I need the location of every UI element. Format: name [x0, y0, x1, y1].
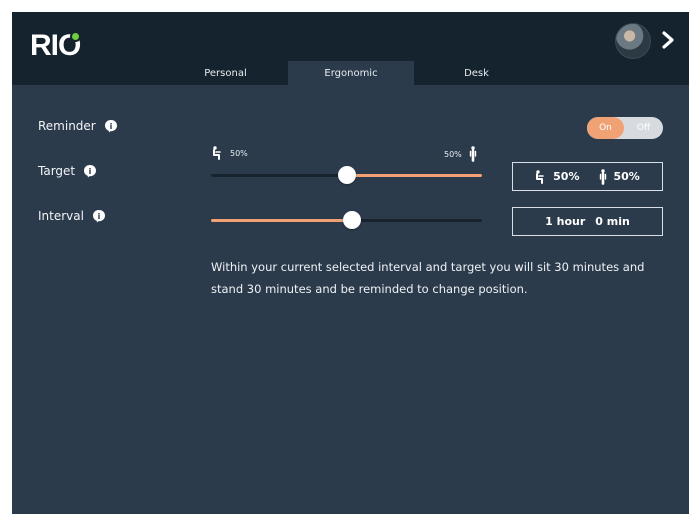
target-slider-fill — [346, 174, 482, 177]
tab-ergonomic[interactable]: Ergonomic — [288, 61, 414, 85]
summary-sit-percent: 50% — [553, 170, 580, 183]
interval-slider-fill — [211, 219, 352, 222]
standing-person-icon — [598, 168, 608, 185]
tab-desk-label: Desk — [464, 68, 489, 79]
top-bar: RIO Personal Ergonomic Desk — [12, 12, 689, 85]
interval-summary-box: 1 hour 0 min — [512, 207, 663, 236]
interval-minutes: 0 min — [595, 215, 630, 228]
summary-stand-group: 50% — [598, 168, 640, 185]
target-stand-percent: 50% — [444, 149, 462, 159]
info-icon[interactable]: i — [92, 209, 106, 223]
logo-text: RIO — [30, 29, 82, 62]
interval-slider-thumb[interactable] — [342, 211, 361, 229]
svg-text:i: i — [109, 122, 112, 131]
svg-text:i: i — [98, 212, 101, 221]
ergonomic-settings-screen: RIO Personal Ergonomic Desk Reminder i O… — [12, 12, 689, 514]
tab-desk[interactable]: Desk — [414, 61, 539, 85]
sitting-person-icon — [212, 146, 224, 160]
summary-message: Within your current selected interval an… — [211, 260, 645, 296]
sitting-person-icon — [535, 169, 547, 184]
target-summary-box: 50% 50% — [512, 162, 663, 191]
target-row-label: Target i — [38, 164, 97, 178]
toggle-on[interactable]: On — [587, 117, 624, 139]
chevron-right-icon[interactable] — [658, 30, 678, 50]
target-stand-indicator: 50% — [444, 146, 478, 162]
avatar[interactable] — [615, 23, 651, 59]
standing-person-icon — [468, 146, 478, 162]
interval-hours: 1 hour — [545, 215, 586, 228]
summary-sit-group: 50% — [535, 169, 580, 184]
interval-label: Interval — [38, 209, 84, 223]
target-sit-percent: 50% — [230, 148, 248, 158]
toggle-off[interactable]: Off — [624, 117, 663, 139]
logo: RIO — [30, 29, 82, 62]
reminder-label: Reminder — [38, 119, 96, 133]
svg-text:i: i — [89, 167, 92, 176]
summary-stand-percent: 50% — [613, 170, 640, 183]
target-label: Target — [38, 164, 76, 178]
info-icon[interactable]: i — [83, 164, 97, 178]
reminder-row-label: Reminder i — [38, 119, 118, 133]
interval-row-label: Interval i — [38, 209, 106, 223]
reminder-toggle[interactable]: On Off — [587, 117, 663, 139]
target-slider-thumb[interactable] — [337, 166, 356, 184]
target-sit-indicator: 50% — [212, 146, 248, 160]
logo-dot-icon — [70, 31, 82, 42]
tabs-bar: Personal Ergonomic Desk — [12, 61, 689, 85]
tab-personal-label: Personal — [204, 68, 247, 79]
info-icon[interactable]: i — [104, 119, 118, 133]
tab-ergonomic-label: Ergonomic — [324, 68, 378, 79]
tab-personal[interactable]: Personal — [172, 61, 279, 85]
